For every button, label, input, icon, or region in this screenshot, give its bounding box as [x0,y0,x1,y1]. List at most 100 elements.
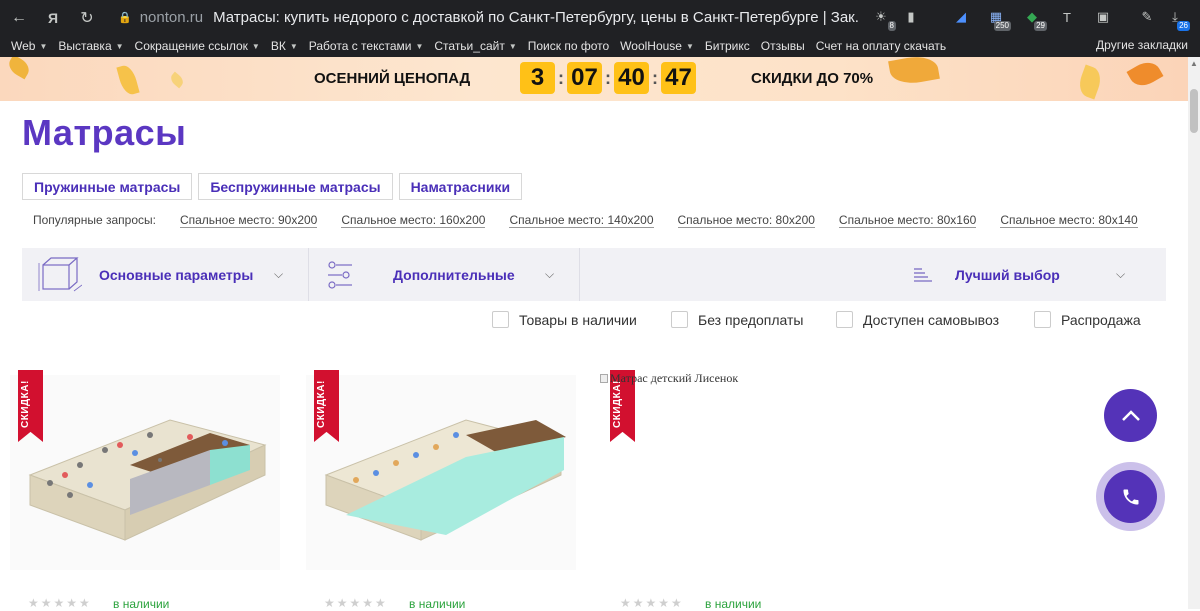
autumn-leaf [5,57,33,80]
calendar-extension-icon[interactable]: ▦ 250 [984,5,1011,31]
product-image[interactable] [10,375,280,570]
bookmark-invoice[interactable]: Счет на оплату скачать [816,39,946,53]
timer-days: 3 [520,62,555,94]
checkbox-box[interactable] [1034,311,1051,328]
timer-separator: : [558,67,564,88]
bookmark-texts[interactable]: Работа с текстами ▼ [309,39,424,53]
checkbox-label: Товары в наличии [519,311,637,328]
extra-params-filter[interactable]: Дополнительные ⌵ [309,248,580,301]
page-scrollbar[interactable]: ▲ [1188,57,1200,609]
translate-icon[interactable]: ☀ 8 [869,5,896,31]
sliders-icon [328,261,352,289]
popular-queries-label: Популярные запросы: [33,213,156,227]
lock-icon[interactable]: 🔒 [118,11,132,24]
cube-icon [38,257,82,292]
banner-title: ОСЕННИЙ ЦЕНОПАД [314,70,471,87]
bookmark-icon[interactable]: ▮ [899,5,923,29]
rating-stars: ★★★★★ [28,596,92,610]
page-title: Матрасы [22,112,187,153]
timer-hours: 07 [567,62,602,94]
extension-badge: 250 [993,21,1011,31]
download-icon[interactable]: ⤓ 26 [1163,5,1190,31]
mattress-spring-image [28,419,267,541]
chevron-down-icon: ⌵ [1116,267,1126,281]
bookmark-exhibition[interactable]: Выставка ▼ [58,39,123,53]
text-extension-icon[interactable]: T [1055,5,1079,29]
bookmark-photo-search[interactable]: Поиск по фото [528,39,609,53]
profile-extension-icon[interactable]: ✎ [1135,5,1159,29]
bookmark-url-shortener[interactable]: Сокращение ссылок ▼ [135,39,260,53]
sale-ribbon-text: СКИДКА! [612,380,623,428]
timer-separator: : [652,67,658,88]
product-image[interactable] [306,375,576,570]
popular-link[interactable]: Спальное место: 80х140 [1000,213,1138,228]
call-button[interactable] [1104,470,1157,523]
scroll-thumb[interactable] [1190,89,1198,133]
bookmark-articles[interactable]: Статьи_сайт ▼ [434,39,516,53]
bookmark-bitrix[interactable]: Битрикс [705,39,750,53]
sort-icon [914,268,932,282]
category-tabs: Пружинные матрасы Беспружинные матрасы Н… [22,173,523,200]
product-card[interactable]: СКИДКА! ★★★★★ в наличии [296,370,586,611]
category-mattress-toppers[interactable]: Наматрасники [398,173,523,200]
bookmark-vk[interactable]: ВК ▼ [271,39,298,53]
popular-link[interactable]: Спальное место: 80х160 [838,213,977,228]
rating-stars: ★★★★★ [620,596,684,610]
sale-checkbox[interactable]: Распродажа [1034,311,1141,328]
bookmark-woolhouse[interactable]: WoolHouse ▼ [620,39,694,53]
autumn-leaf [888,57,940,87]
yandex-icon[interactable]: Я [38,3,68,33]
promo-banner[interactable]: ОСЕННИЙ ЦЕНОПАД 3 : 07 : 40 : 47 СКИДКИ … [0,57,1188,101]
bookmark-reviews[interactable]: Отзывы [761,39,805,53]
timer-separator: : [605,67,611,88]
autumn-leaf [1075,64,1105,100]
main-params-label: Основные параметры [99,266,254,283]
chevron-up-icon [1121,409,1140,421]
autumn-leaf [116,63,140,97]
category-spring-mattresses[interactable]: Пружинные матрасы [22,173,193,200]
popular-link[interactable]: Спальное место: 160х200 [341,213,486,228]
banner-sale-text: СКИДКИ ДО 70% [751,70,874,87]
checkbox-box[interactable] [836,311,853,328]
extra-params-label: Дополнительные [393,266,515,283]
reload-icon[interactable]: ↻ [72,3,102,33]
filter-bar: Основные параметры ⌵ Дополнительные ⌵ Лу… [22,248,1166,301]
product-card[interactable]: СКИДКА! ★★★★★ в наличии [592,370,882,611]
extensions-icon[interactable]: ▣ [1091,5,1115,29]
quick-filters: Товары в наличии Без предоплаты Доступен… [0,311,1200,331]
main-params-filter[interactable]: Основные параметры ⌵ [22,248,309,301]
checkbox-label: Доступен самовывоз [863,311,1000,328]
scroll-up-icon[interactable]: ▲ [1190,59,1198,68]
sort-label: Лучший выбор [955,266,1060,283]
popular-link[interactable]: Спальное место: 90х200 [179,213,318,228]
other-bookmarks[interactable]: Другие закладки [1096,38,1188,52]
rating-stars: ★★★★★ [324,596,388,610]
sort-dropdown[interactable]: Лучший выбор ⌵ [580,248,1166,301]
no-prepayment-checkbox[interactable]: Без предоплаты [671,311,803,328]
category-springless-mattresses[interactable]: Беспружинные матрасы [198,173,393,200]
back-icon[interactable]: ← [4,3,34,33]
mattress-springless-image [324,419,566,541]
popular-link[interactable]: Спальное место: 80х200 [677,213,815,228]
checkbox-box[interactable] [492,311,509,328]
pickup-checkbox[interactable]: Доступен самовывоз [836,311,999,328]
extension-badge: 26 [1177,21,1190,31]
scroll-to-top-button[interactable] [1104,389,1157,442]
extension-badge: 29 [1034,21,1047,31]
popular-link[interactable]: Спальное место: 140х200 [509,213,654,228]
cloud-extension-icon[interactable]: ◢ [949,5,973,29]
sale-ribbon-text: СКИДКА! [316,380,327,428]
extension-badge: 8 [887,21,896,31]
broken-product-image[interactable]: Матрас детский Лисенок [600,371,738,386]
bookmark-web[interactable]: Web ▼ [11,39,47,53]
product-card[interactable]: СКИДКА! ★★★★★ в наличии [0,370,290,611]
broken-image-icon [600,374,608,383]
checkbox-box[interactable] [671,311,688,328]
in-stock-checkbox[interactable]: Товары в наличии [492,311,637,328]
shield-extension-icon[interactable]: ◆ 29 [1020,5,1047,31]
sale-ribbon-text: СКИДКА! [20,380,31,428]
timer-minutes: 40 [614,62,649,94]
address-bar[interactable]: 🔒 nonton.ru Матрасы: купить недорого с д… [118,4,858,31]
chevron-down-icon: ⌵ [545,267,555,281]
sale-ribbon: СКИДКА! [18,370,43,442]
